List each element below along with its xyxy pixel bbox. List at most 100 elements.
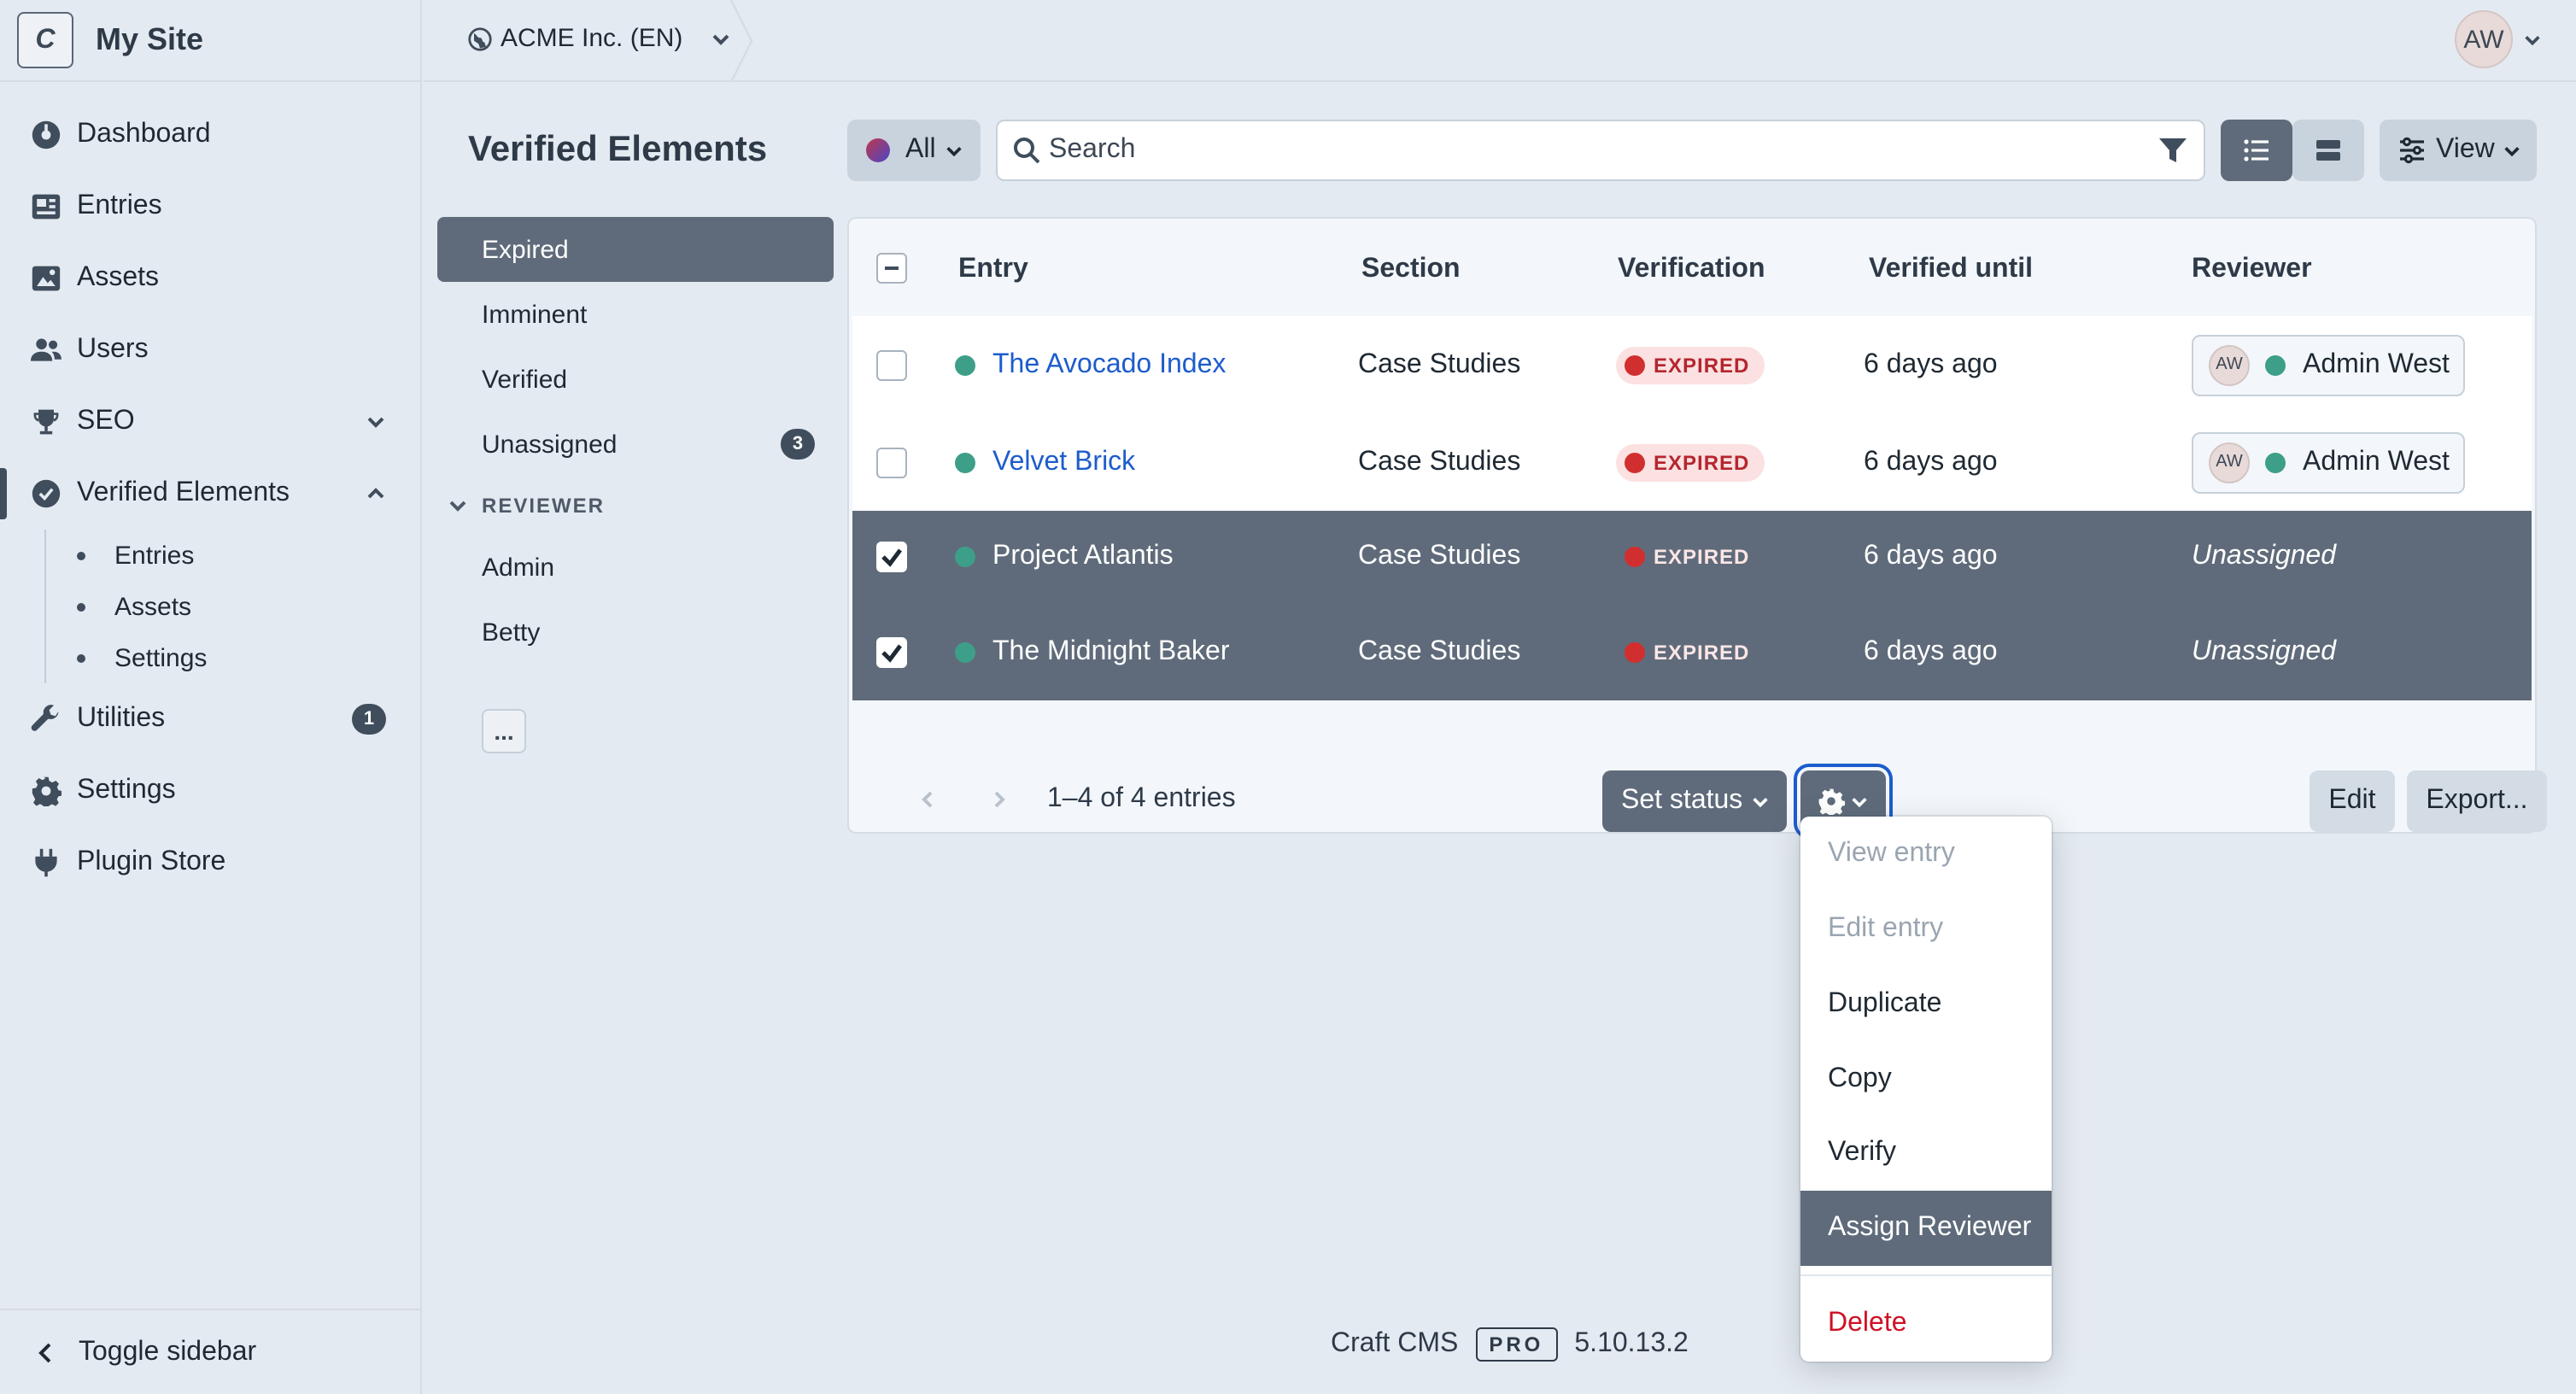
section-cell: Case Studies bbox=[1358, 542, 1521, 571]
site-logo: C bbox=[17, 12, 73, 68]
search-icon bbox=[1014, 138, 1040, 164]
row-checkbox[interactable] bbox=[876, 349, 907, 380]
avatar: AW bbox=[2455, 10, 2513, 68]
source-expired[interactable]: Expired bbox=[437, 217, 834, 282]
status-enabled-icon bbox=[2265, 354, 2286, 375]
column-header-section[interactable]: Section bbox=[1361, 255, 1461, 285]
source-label: Verified bbox=[482, 365, 568, 394]
reviewer-heading-toggle[interactable]: REVIEWER bbox=[437, 477, 834, 535]
chevron-down-icon[interactable] bbox=[366, 410, 386, 430]
column-header-verified-until[interactable]: Verified until bbox=[1869, 255, 2033, 285]
verification-status-badge: EXPIRED bbox=[1616, 346, 1765, 384]
app-footer: Craft CMS PRO 5.10.13.2 bbox=[1331, 1327, 1689, 1362]
sidebar-item-dashboard[interactable]: Dashboard bbox=[0, 99, 420, 171]
sidebar-item-assets[interactable]: Assets bbox=[0, 243, 420, 314]
site-switcher[interactable]: ACME Inc. (EN) bbox=[468, 24, 730, 53]
list-view-button[interactable] bbox=[2221, 120, 2292, 181]
sidebar-item-label: Settings bbox=[77, 776, 176, 805]
verified-elements-subnav: Entries Assets Settings bbox=[44, 530, 420, 683]
utilities-count-badge: 1 bbox=[352, 704, 386, 735]
view-options-button[interactable]: View bbox=[2380, 120, 2537, 181]
row-checkbox[interactable] bbox=[876, 636, 907, 667]
menu-item-assign-reviewer[interactable]: Assign Reviewer bbox=[1800, 1191, 2052, 1266]
menu-item-view-entry[interactable]: View entry bbox=[1800, 817, 2052, 892]
site-name[interactable]: My Site bbox=[96, 22, 203, 58]
table-row[interactable]: Project Atlantis Case Studies EXPIRED 6 … bbox=[852, 511, 2532, 603]
chevron-up-icon[interactable] bbox=[366, 482, 386, 502]
sidebar-item-entries[interactable]: Entries bbox=[0, 171, 420, 243]
user-menu-button[interactable]: AW bbox=[2455, 10, 2542, 68]
sidebar-item-settings[interactable]: Settings bbox=[0, 755, 420, 827]
sidebar-item-label: Entries bbox=[77, 191, 162, 220]
source-verified[interactable]: Verified bbox=[437, 347, 834, 412]
sidebar-item-plugin-store[interactable]: Plugin Store bbox=[0, 827, 420, 899]
sources-list: Expired Imminent Verified Unassigned 3 R… bbox=[437, 217, 834, 665]
column-header-entry[interactable]: Entry bbox=[958, 255, 1028, 285]
row-checkbox[interactable] bbox=[876, 447, 907, 477]
export-button[interactable]: Export... bbox=[2407, 770, 2547, 832]
more-options-button[interactable]: ... bbox=[482, 709, 526, 753]
sidebar-item-utilities[interactable]: Utilities 1 bbox=[0, 683, 420, 755]
table-icon bbox=[2316, 140, 2340, 161]
entry-title-link[interactable]: The Midnight Baker bbox=[992, 636, 1229, 667]
prev-page-icon[interactable] bbox=[917, 789, 938, 810]
toggle-sidebar-button[interactable]: Toggle sidebar bbox=[0, 1309, 422, 1394]
sidebar-item-label: Utilities bbox=[77, 704, 166, 733]
avatar: AW bbox=[2209, 442, 2250, 483]
subnav-item-assets[interactable]: Assets bbox=[77, 581, 420, 632]
reviewer-chip[interactable]: AW Admin West bbox=[2192, 431, 2465, 493]
source-unassigned[interactable]: Unassigned 3 bbox=[437, 412, 834, 477]
reviewer-unassigned: Unassigned bbox=[2192, 542, 2336, 571]
check-badge-icon bbox=[29, 477, 63, 511]
menu-item-delete[interactable]: Delete bbox=[1800, 1286, 2052, 1362]
expired-status-icon bbox=[1625, 452, 1645, 472]
row-checkbox[interactable] bbox=[876, 542, 907, 572]
entry-title-link[interactable]: The Avocado Index bbox=[992, 349, 1226, 380]
search-field[interactable] bbox=[996, 120, 2205, 181]
table-row[interactable]: The Midnight Baker Case Studies EXPIRED … bbox=[852, 603, 2532, 700]
sidebar-item-verified-elements[interactable]: Verified Elements bbox=[0, 458, 420, 530]
search-input[interactable] bbox=[1049, 135, 2157, 166]
filter-icon[interactable] bbox=[2157, 135, 2188, 166]
edit-button[interactable]: Edit bbox=[2310, 770, 2395, 832]
entry-title-link[interactable]: Project Atlantis bbox=[992, 542, 1174, 572]
status-enabled-icon bbox=[955, 641, 975, 662]
site-header[interactable]: C My Site bbox=[0, 0, 420, 82]
subnav-item-entries[interactable]: Entries bbox=[77, 530, 420, 581]
status-filter-button[interactable]: All bbox=[847, 120, 981, 181]
menu-item-verify[interactable]: Verify bbox=[1800, 1116, 2052, 1191]
next-page-icon[interactable] bbox=[989, 789, 1010, 810]
menu-item-edit-entry[interactable]: Edit entry bbox=[1800, 892, 2052, 967]
toggle-sidebar-label: Toggle sidebar bbox=[79, 1337, 257, 1366]
subnav-item-settings[interactable]: Settings bbox=[77, 632, 420, 683]
gear-icon bbox=[1818, 788, 1845, 815]
reviewer-chip[interactable]: AW Admin West bbox=[2192, 334, 2465, 395]
expired-status-icon bbox=[1625, 641, 1645, 662]
table-header: Entry Section Verification Verified unti… bbox=[849, 219, 2535, 316]
chevron-down-icon bbox=[1852, 797, 1867, 807]
sidebar-item-users[interactable]: Users bbox=[0, 314, 420, 386]
globe-icon bbox=[468, 26, 492, 50]
table-row[interactable]: Velvet Brick Case Studies EXPIRED 6 days… bbox=[852, 413, 2532, 511]
chevron-down-icon bbox=[2525, 35, 2540, 45]
trophy-icon bbox=[29, 405, 63, 439]
checkmark-icon bbox=[881, 643, 902, 662]
table-row[interactable]: The Avocado Index Case Studies EXPIRED 6… bbox=[852, 316, 2532, 413]
sidebar-item-seo[interactable]: SEO bbox=[0, 386, 420, 458]
source-reviewer-betty[interactable]: Betty bbox=[437, 600, 834, 665]
table-view-button[interactable] bbox=[2292, 120, 2364, 181]
set-status-button[interactable]: Set status bbox=[1602, 770, 1787, 832]
menu-item-copy[interactable]: Copy bbox=[1800, 1042, 2052, 1117]
entry-title-link[interactable]: Velvet Brick bbox=[992, 447, 1135, 477]
select-all-checkbox[interactable] bbox=[876, 253, 907, 284]
column-header-verification[interactable]: Verification bbox=[1618, 255, 1765, 285]
source-reviewer-admin[interactable]: Admin bbox=[437, 535, 834, 600]
status-filter-label: All bbox=[905, 135, 936, 164]
menu-item-duplicate[interactable]: Duplicate bbox=[1800, 967, 2052, 1042]
reviewer-unassigned: Unassigned bbox=[2192, 636, 2336, 665]
chevron-left-icon bbox=[38, 1342, 51, 1362]
column-header-reviewer[interactable]: Reviewer bbox=[2192, 255, 2312, 285]
source-imminent[interactable]: Imminent bbox=[437, 282, 834, 347]
list-icon bbox=[2244, 139, 2269, 161]
sidebar: C My Site Dashboard Entries Assets Users bbox=[0, 0, 422, 1394]
